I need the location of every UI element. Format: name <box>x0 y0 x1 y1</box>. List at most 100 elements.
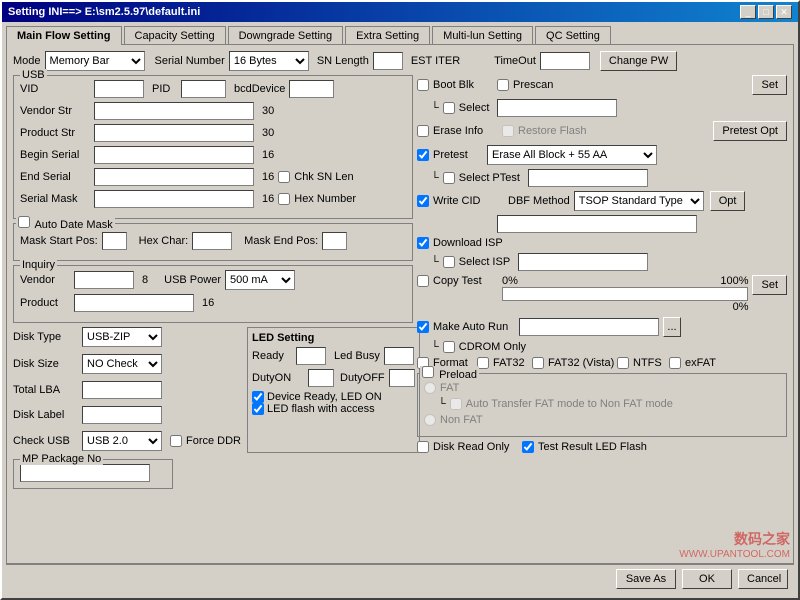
bcd-device-input[interactable]: 1100 <box>289 80 334 98</box>
exfat-checkbox[interactable] <box>669 357 681 369</box>
force-ddr-checkbox[interactable] <box>170 435 182 447</box>
product-str-len: 30 <box>262 127 274 139</box>
pretest-select[interactable]: Erase All Block + 55 AA <box>487 145 657 165</box>
vid-input[interactable]: 090C <box>94 80 144 98</box>
product-str-label: Product Str <box>20 127 90 139</box>
hex-char-input[interactable] <box>192 232 232 250</box>
hex-number-checkbox[interactable] <box>278 193 290 205</box>
pretest-opt-button[interactable]: Pretest Opt <box>713 121 787 141</box>
device-ready-led-on-checkbox[interactable] <box>252 391 264 403</box>
set-copy-button[interactable]: Set <box>752 275 787 295</box>
usb-vid-row: VID 090C PID 1000 bcdDevice 1100 <box>20 80 406 98</box>
opt-button[interactable]: Opt <box>710 191 746 211</box>
write-cid-extra-input[interactable] <box>497 215 697 233</box>
non-fat-label: Non FAT <box>440 414 483 426</box>
inquiry-product-input[interactable]: USB DISK <box>74 294 194 312</box>
dbf-method-select[interactable]: TSOP Standard Type <box>574 191 704 211</box>
select-ptest-input[interactable] <box>528 169 648 187</box>
hex-number-label: Hex Number <box>294 193 356 205</box>
sn-length-input[interactable]: 16 <box>373 52 403 70</box>
mask-end-pos-input[interactable]: 10 <box>322 232 347 250</box>
begin-serial-row: Begin Serial AA000000000010744 16 <box>20 146 406 164</box>
test-result-led-flash-checkbox[interactable] <box>522 441 534 453</box>
mask-start-pos-input[interactable]: 3 <box>102 232 127 250</box>
minimize-button[interactable]: _ <box>740 5 756 19</box>
auto-date-mask-checkbox[interactable] <box>18 216 30 228</box>
inquiry-vendor-input[interactable]: SMI <box>74 271 134 289</box>
prescan-checkbox[interactable] <box>497 79 509 91</box>
set-button[interactable]: Set <box>752 75 787 95</box>
disk-read-only-checkbox[interactable] <box>417 441 429 453</box>
fat32-label: FAT32 <box>493 357 528 369</box>
led-busy-input[interactable]: 48 <box>384 347 414 365</box>
check-usb-select[interactable]: USB 2.0 <box>82 431 162 451</box>
tab-extra[interactable]: Extra Setting <box>345 26 430 45</box>
fat-radio[interactable] <box>424 382 436 394</box>
led-duty-off-input[interactable]: 0 <box>389 369 415 387</box>
non-fat-radio[interactable] <box>424 414 436 426</box>
auto-transfer-checkbox[interactable] <box>450 398 462 410</box>
led-ready-input[interactable]: 3 <box>296 347 326 365</box>
total-lba-row: Total LBA 0 <box>13 381 241 399</box>
left-panel: USB VID 090C PID 1000 bcdDevice 1100 Ven… <box>13 75 413 493</box>
mp-package-input[interactable]: M1004v1 <box>20 464 150 482</box>
tab-multi-lun[interactable]: Multi-lun Setting <box>432 26 533 45</box>
boot-blk-checkbox[interactable] <box>417 79 429 91</box>
serial-mask-input[interactable]: AA############# <box>94 190 254 208</box>
make-auto-run-input[interactable]: E:\3257enit\x64DBC.ISO <box>519 318 659 336</box>
close-button[interactable]: ✕ <box>776 5 792 19</box>
vendor-str-input[interactable]: SMI Corporation <box>94 102 254 120</box>
ok-button[interactable]: OK <box>682 569 732 589</box>
product-str-input[interactable]: USB DISK <box>94 124 254 142</box>
tab-capacity[interactable]: Capacity Setting <box>124 26 226 45</box>
cancel-button[interactable]: Cancel <box>738 569 788 589</box>
inquiry-vendor-len: 8 <box>142 274 148 286</box>
erase-info-checkbox[interactable] <box>417 125 429 137</box>
select-input[interactable] <box>497 99 617 117</box>
restore-flash-checkbox[interactable] <box>502 125 514 137</box>
tab-qc[interactable]: QC Setting <box>535 26 611 45</box>
fat32-vista-checkbox[interactable] <box>532 357 544 369</box>
usb-power-select[interactable]: 500 mA <box>225 270 295 290</box>
pid-input[interactable]: 1000 <box>181 80 226 98</box>
tab-downgrade[interactable]: Downgrade Setting <box>228 26 344 45</box>
select-isp-checkbox[interactable] <box>443 256 455 268</box>
test-result-led-flash-label: Test Result LED Flash <box>538 441 647 453</box>
disk-label-label: Disk Label <box>13 409 78 421</box>
led-duty-on-input[interactable]: 0 <box>308 369 334 387</box>
tab-main-flow[interactable]: Main Flow Setting <box>6 26 122 45</box>
change-pw-button[interactable]: Change PW <box>600 51 677 71</box>
make-auto-run-browse-button[interactable]: ... <box>663 317 681 337</box>
copy-test-checkbox[interactable] <box>417 275 429 287</box>
led-duty-off-label: DutyOFF <box>340 372 385 384</box>
ntfs-checkbox[interactable] <box>617 357 629 369</box>
select-isp-input[interactable] <box>518 253 648 271</box>
auto-transfer-row: └ Auto Transfer FAT mode to Non FAT mode <box>438 398 780 410</box>
fat32-vista-label: FAT32 (Vista) <box>548 357 613 369</box>
disk-size-select[interactable]: NO Check <box>82 354 162 374</box>
timeout-input[interactable]: 10000 <box>540 52 590 70</box>
save-as-button[interactable]: Save As <box>616 569 676 589</box>
total-lba-input[interactable]: 0 <box>82 381 162 399</box>
disk-label-input[interactable]: TWSD <box>82 406 162 424</box>
serial-number-select[interactable]: 16 Bytes <box>229 51 309 71</box>
make-auto-run-checkbox[interactable] <box>417 321 429 333</box>
preload-checkbox[interactable] <box>422 366 434 378</box>
begin-serial-input[interactable]: AA000000000010744 <box>94 146 254 164</box>
write-cid-checkbox[interactable] <box>417 195 429 207</box>
maximize-button[interactable]: □ <box>758 5 774 19</box>
chk-sn-len-checkbox[interactable] <box>278 171 290 183</box>
vendor-str-label: Vendor Str <box>20 105 90 117</box>
select-checkbox[interactable] <box>443 102 455 114</box>
mode-select[interactable]: Memory Bar <box>45 51 145 71</box>
mp-package-group: MP Package No M1004v1 <box>13 459 173 489</box>
download-isp-checkbox[interactable] <box>417 237 429 249</box>
serial-mask-label: Serial Mask <box>20 193 90 205</box>
exfat-label: exFAT <box>685 357 716 369</box>
end-serial-input[interactable]: AA040127999999999 <box>94 168 254 186</box>
cdrom-only-checkbox[interactable] <box>443 341 455 353</box>
select-ptest-checkbox[interactable] <box>443 172 455 184</box>
disk-type-select[interactable]: USB-ZIP <box>82 327 162 347</box>
pretest-checkbox[interactable] <box>417 149 429 161</box>
led-flash-access-checkbox[interactable] <box>252 403 264 415</box>
